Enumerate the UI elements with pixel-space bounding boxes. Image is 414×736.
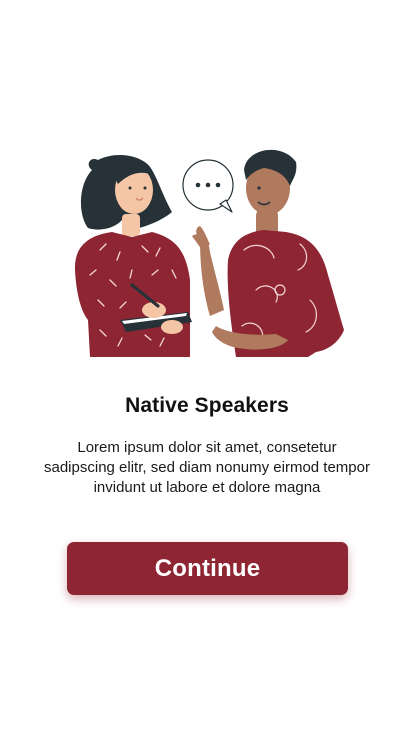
woman-figure xyxy=(74,155,192,357)
continue-button[interactable]: Continue xyxy=(67,542,348,595)
onboarding-title: Native Speakers xyxy=(125,394,289,417)
speech-bubble-icon xyxy=(182,159,234,213)
onboarding-description: Lorem ipsum dolor sit amet, consetetur s… xyxy=(44,439,370,496)
conversation-illustration xyxy=(74,149,344,357)
onboarding-screen: Native Speakers Lorem ipsum dolor sit am… xyxy=(0,0,414,736)
